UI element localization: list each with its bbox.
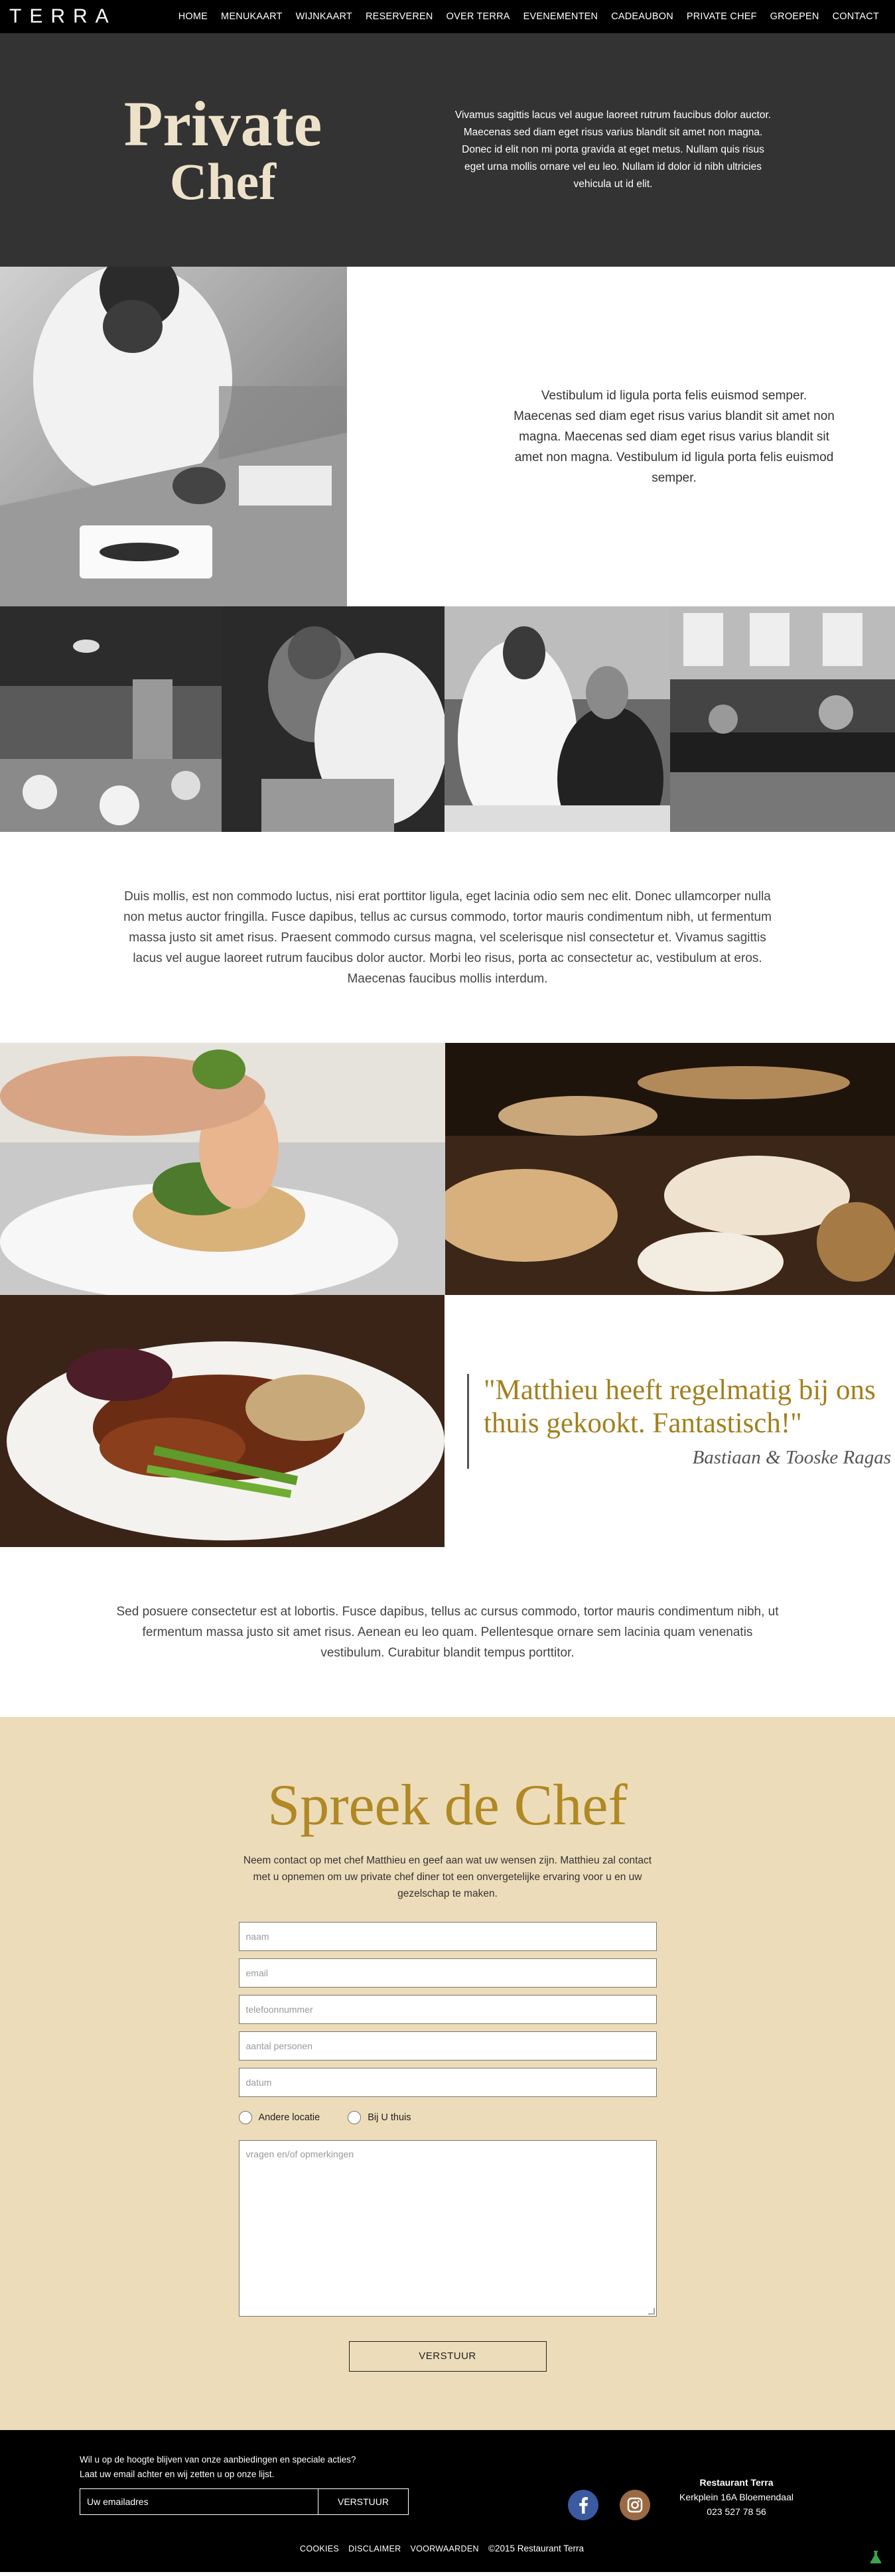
testimonial-text: "Matthieu heeft regelmatig bij ons thuis…	[484, 1374, 876, 1439]
radio-label: Bij U thuis	[368, 2112, 411, 2123]
name-field[interactable]: naam	[238, 1922, 657, 1951]
contact-intro: Neem contact op met chef Matthieu en gee…	[243, 1855, 652, 1899]
address-phone[interactable]: 023 527 78 56	[663, 2504, 809, 2519]
testimonial-cell: "Matthieu heeft regelmatig bij ons thuis…	[445, 1295, 895, 1547]
body-text-section-2: Sed posuere consectetur est at lobortis.…	[0, 1547, 895, 1717]
facebook-icon[interactable]	[568, 2490, 598, 2520]
chefs-cooking-photo	[222, 606, 445, 832]
radio-bij-u-thuis[interactable]: Bij U thuis	[348, 2111, 411, 2124]
nav-cadeaubon[interactable]: CADEAUBON	[604, 11, 680, 22]
body-text-2: Sed posuere consectetur est at lobortis.…	[116, 1604, 779, 1660]
terra-logo[interactable]: TERRA	[9, 5, 117, 28]
body-text-1: Duis mollis, est non commodo luctus, nis…	[123, 889, 772, 986]
body-text-section-1: Duis mollis, est non commodo luctus, nis…	[0, 832, 895, 1043]
radio-button[interactable]	[238, 2111, 252, 2124]
radio-button[interactable]	[348, 2111, 362, 2124]
kitchen-pass-photo	[670, 606, 895, 832]
nav-reserveren[interactable]: RESERVEREN	[359, 11, 440, 22]
page-title: Private Chef	[0, 92, 446, 208]
nav-evenementen[interactable]: EVENEMENTEN	[517, 11, 605, 22]
food-photo-row-1	[0, 1043, 895, 1295]
radio-andere-locatie[interactable]: Andere locatie	[238, 2111, 320, 2124]
restaurant-address: Restaurant Terra Kerkplein 16A Bloemenda…	[663, 2475, 809, 2519]
nav-groepen[interactable]: GROEPEN	[764, 11, 826, 22]
address-name: Restaurant Terra	[699, 2477, 774, 2488]
top-navigation-bar: TERRA HOME MENUKAART WIJNKAART RESERVERE…	[0, 0, 895, 33]
restaurant-kitchen-photo	[0, 606, 222, 832]
remarks-placeholder: vragen en/of opmerkingen	[245, 2149, 354, 2159]
footer-link-voorwaarden[interactable]: VOORWAARDEN	[410, 2544, 478, 2553]
newsletter-form: Uw emailadres VERSTUUR	[80, 2488, 409, 2515]
nav-contact[interactable]: CONTACT	[826, 11, 886, 22]
intro-text-cell: Vestibulum id ligula porta felis euismod…	[347, 267, 895, 606]
location-radio-group: Andere locatie Bij U thuis	[238, 2104, 657, 2131]
footer-links: COOKIES DISCLAIMER VOORWAARDEN	[300, 2544, 479, 2553]
phone-field[interactable]: telefoonnummer	[238, 1995, 657, 2024]
instagram-icon[interactable]	[620, 2490, 650, 2520]
email-field[interactable]: email	[238, 1958, 657, 1988]
nav-over-terra[interactable]: OVER TERRA	[440, 11, 517, 22]
page-title-line2: Chef	[169, 153, 277, 210]
buffet-photo	[445, 1043, 895, 1295]
intro-text: Vestibulum id ligula porta felis euismod…	[514, 388, 835, 485]
contact-form: naam email telefoonnummer aantal persone…	[238, 1922, 657, 2372]
meat-dish-photo	[0, 1295, 445, 1547]
flask-icon[interactable]	[868, 2549, 883, 2564]
nav-menukaart[interactable]: MENUKAART	[214, 11, 289, 22]
date-field[interactable]: datum	[238, 2068, 657, 2097]
nav-wijnkaart[interactable]: WIJNKAART	[289, 11, 359, 22]
chef-and-guest-photo	[445, 606, 670, 832]
page-title-line1: Private	[123, 88, 322, 159]
guests-field[interactable]: aantal personen	[238, 2031, 657, 2061]
radio-label: Andere locatie	[258, 2112, 320, 2123]
hero-intro-text: Vivamus sagittis lacus vel augue laoreet…	[454, 109, 772, 190]
newsletter-line-2: Laat uw email achter en wij zetten u op …	[80, 2469, 275, 2479]
newsletter-line-1: Wil u op de hoogte blijven van onze aanb…	[80, 2455, 356, 2465]
plating-dish-photo	[0, 1043, 445, 1295]
testimonial-author: Bastiaan & Tooske Ragas	[692, 1446, 891, 1468]
newsletter-submit-button[interactable]: VERSTUUR	[318, 2488, 409, 2515]
footer: Wil u op de hoogte blijven van onze aanb…	[0, 2430, 895, 2572]
testimonial-quote: "Matthieu heeft regelmatig bij ons thuis…	[467, 1373, 895, 1469]
copyright: ©2015 Restaurant Terra	[488, 2543, 585, 2553]
footer-link-disclaimer[interactable]: DISCLAIMER	[348, 2544, 401, 2553]
remarks-textarea[interactable]: vragen en/of opmerkingen	[238, 2140, 657, 2317]
address-street: Kerkplein 16A Bloemendaal	[679, 2492, 793, 2502]
hero-section: Private Chef Vivamus sagittis lacus vel …	[0, 33, 895, 267]
newsletter-email-input[interactable]: Uw emailadres	[80, 2488, 318, 2515]
newsletter-text: Wil u op de hoogte blijven van onze aanb…	[80, 2453, 356, 2482]
main-nav: HOME MENUKAART WIJNKAART RESERVEREN OVER…	[172, 11, 886, 22]
submit-button[interactable]: VERSTUUR	[348, 2341, 547, 2372]
nav-private-chef[interactable]: PRIVATE CHEF	[680, 11, 764, 22]
chef-intro-section: Vestibulum id ligula porta felis euismod…	[0, 267, 895, 606]
nav-home[interactable]: HOME	[172, 11, 214, 22]
contact-title: Spreek de Chef	[267, 1773, 628, 1838]
contact-section: Spreek de Chef Neem contact op met chef …	[0, 1717, 895, 2430]
chef-plating-photo	[0, 267, 347, 606]
food-photo-row-2: "Matthieu heeft regelmatig bij ons thuis…	[0, 1295, 895, 1547]
footer-link-cookies[interactable]: COOKIES	[300, 2544, 339, 2553]
photo-strip	[0, 606, 895, 832]
resize-handle-icon[interactable]	[648, 2308, 655, 2315]
